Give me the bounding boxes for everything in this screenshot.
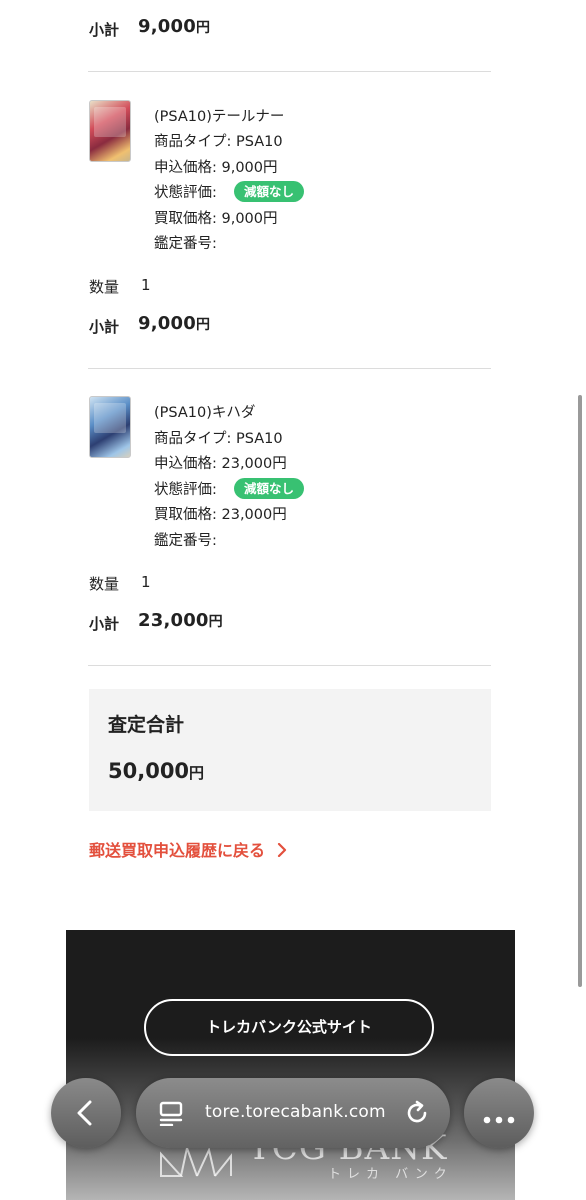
- logo-kana: トレカ バンク: [328, 1167, 453, 1182]
- subtotal-amount: 9,000: [138, 313, 196, 334]
- browser-more-button[interactable]: [464, 1078, 534, 1148]
- item-condition-label: 状態評価:: [154, 482, 217, 498]
- item-purchase-price: 買取価格: 9,000円: [154, 211, 278, 227]
- item-offer-price: 申込価格: 23,000円: [154, 456, 287, 472]
- subtotal-value: 23,000円: [138, 610, 223, 631]
- subtotal-unit: 円: [208, 614, 223, 630]
- item-divider: [88, 71, 491, 72]
- total-unit: 円: [189, 764, 205, 782]
- subtotal-unit: 円: [195, 317, 210, 333]
- card-thumbnail[interactable]: [89, 396, 131, 458]
- total-value: 50,000円: [108, 759, 204, 783]
- subtotal-amount: 23,000: [138, 610, 209, 631]
- chevron-right-icon: [277, 842, 287, 861]
- scrollbar[interactable]: [578, 395, 582, 987]
- subtotal-label: 小計: [89, 615, 120, 633]
- item-offer-price: 申込価格: 9,000円: [154, 160, 278, 176]
- quantity-label: 数量: [89, 575, 120, 593]
- tabs-icon: [158, 1100, 184, 1130]
- more-dots-icon: [483, 1109, 515, 1128]
- item-cert-number: 鑑定番号:: [154, 236, 217, 252]
- item-name: (PSA10)テールナー: [154, 109, 285, 125]
- item-product-type: 商品タイプ: PSA10: [154, 134, 283, 150]
- quantity-value: 1: [141, 276, 151, 294]
- condition-badge: 減額なし: [234, 181, 305, 202]
- condition-badge: 減額なし: [234, 478, 305, 499]
- back-to-history-link[interactable]: 郵送買取申込履歴に戻る: [89, 837, 287, 861]
- item-purchase-price: 買取価格: 23,000円: [154, 507, 287, 523]
- url-text[interactable]: tore.torecabank.com: [205, 1102, 386, 1122]
- quantity-label: 数量: [89, 278, 120, 296]
- browser-back-button[interactable]: [51, 1078, 121, 1148]
- assessment-total-box: 査定合計 50,000円: [89, 689, 491, 811]
- subtotal-value: 9,000円: [138, 16, 210, 37]
- back-link-label: 郵送買取申込履歴に戻る: [89, 841, 266, 860]
- item-condition-label: 状態評価:: [154, 185, 217, 201]
- official-site-button[interactable]: トレカバンク公式サイト: [144, 999, 434, 1056]
- reload-icon[interactable]: [404, 1100, 430, 1130]
- item-cert-number: 鑑定番号:: [154, 533, 217, 549]
- chevron-left-icon: [75, 1100, 95, 1130]
- quantity-value: 1: [141, 573, 151, 591]
- subtotal-value: 9,000円: [138, 313, 210, 334]
- subtotal-unit: 円: [195, 20, 210, 36]
- card-thumbnail[interactable]: [89, 100, 131, 162]
- total-label: 査定合計: [108, 714, 185, 736]
- subtotal-amount: 9,000: [138, 16, 196, 37]
- total-amount: 50,000: [108, 759, 190, 783]
- item-name: (PSA10)キハダ: [154, 405, 256, 421]
- subtotal-label: 小計: [89, 318, 120, 336]
- item-divider: [88, 665, 491, 666]
- item-product-type: 商品タイプ: PSA10: [154, 431, 283, 447]
- subtotal-label: 小計: [89, 21, 120, 39]
- item-divider: [88, 368, 491, 369]
